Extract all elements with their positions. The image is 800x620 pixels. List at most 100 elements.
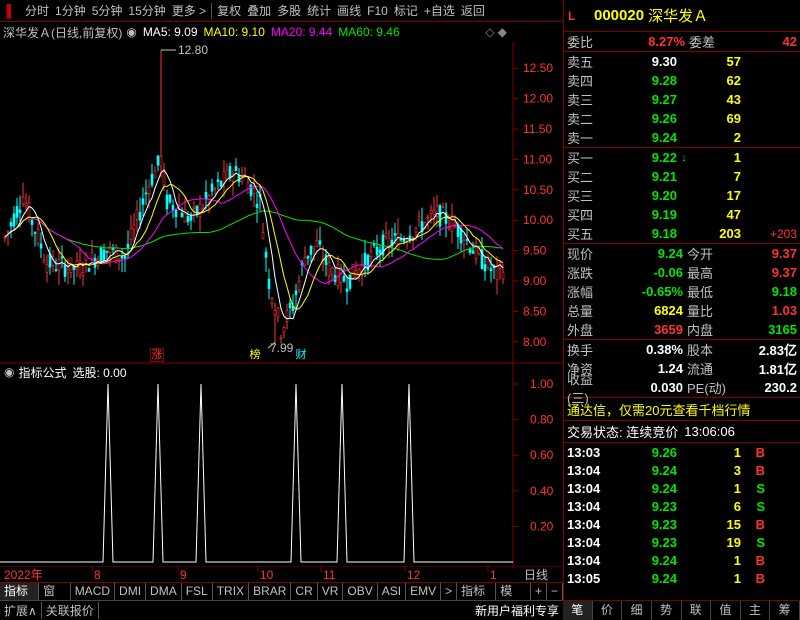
- toolbar-mark[interactable]: 标记: [391, 0, 421, 22]
- stat-label: 外盘: [567, 323, 594, 338]
- new-user-promo[interactable]: 新用户福利专享: [471, 602, 563, 619]
- stat-row: 现价 9.24 今开 9.37: [564, 244, 800, 263]
- candle-body: [432, 210, 436, 215]
- ask-row[interactable]: 卖一 9.24 2: [564, 128, 800, 147]
- toolbar-back[interactable]: 返回: [458, 0, 488, 22]
- ask-row[interactable]: 卖四 9.28 62: [564, 71, 800, 90]
- tab-indicator-b[interactable]: 指标B: [457, 583, 497, 615]
- candle-body: [24, 202, 28, 207]
- bid-row[interactable]: 买一 9.22 ↓ 1: [564, 148, 800, 167]
- candle-body: [387, 237, 391, 247]
- tab-cr[interactable]: CR: [291, 583, 318, 600]
- quote-tab-trend[interactable]: 势: [652, 601, 682, 620]
- quote-tab-value[interactable]: 值: [711, 601, 741, 620]
- tab-window[interactable]: 窗口: [39, 583, 71, 615]
- chart-options-icon[interactable]: ◇ ◆: [485, 25, 513, 39]
- tab-dmi[interactable]: DMI: [115, 583, 147, 600]
- weibi-row: 委比 8.27% 委差 42: [564, 32, 800, 51]
- bid-price: 9.18: [651, 226, 677, 241]
- bid-row[interactable]: 买五 9.18 203 +203: [564, 224, 800, 243]
- stat-value-2: 9.37: [771, 246, 797, 261]
- tick-volume: 3: [733, 462, 741, 478]
- promo-text[interactable]: 通达信，仅需20元查看千档行情: [567, 400, 750, 419]
- tab-dma[interactable]: DMA: [146, 583, 182, 600]
- indicator-title[interactable]: 指标公式: [18, 364, 66, 381]
- flag-rank[interactable]: 榜: [247, 348, 263, 362]
- y-tick-label: 9.50: [523, 244, 547, 258]
- toolbar-15min[interactable]: 15分钟: [125, 0, 168, 22]
- candlestick-chart[interactable]: 12.50 12.00 11.50 11.00 10.50 10.00 9.50 9.00 8.…: [0, 42, 563, 362]
- tick-volume: 1: [733, 570, 741, 586]
- toolbar-5min[interactable]: 5分钟: [89, 0, 126, 22]
- tick-side: B: [755, 516, 765, 532]
- candle-body: [174, 209, 178, 217]
- tick-time: 13:05: [567, 570, 601, 586]
- tick-side: S: [756, 480, 765, 496]
- bid-row[interactable]: 买三 9.20 17: [564, 186, 800, 205]
- flag-limit-up[interactable]: 涨: [150, 348, 164, 362]
- ask-row[interactable]: 卖二 9.26 69: [564, 109, 800, 128]
- candle-body: [75, 260, 79, 271]
- tab-asi[interactable]: ASI: [378, 583, 407, 600]
- bid-row[interactable]: 买二 9.21 7: [564, 167, 800, 186]
- quote-tab-chips[interactable]: 筹: [770, 601, 800, 620]
- tab-obv[interactable]: OBV: [343, 583, 378, 600]
- tick-volume: 1: [733, 480, 741, 496]
- related-quote-button[interactable]: 关联报价: [42, 602, 99, 619]
- tab-trix[interactable]: TRIX: [213, 583, 250, 600]
- quote-tab-trades[interactable]: 笔: [563, 601, 593, 620]
- toolbar-adjust[interactable]: 复权: [214, 0, 244, 22]
- tab-more[interactable]: >: [441, 583, 458, 600]
- expand-button[interactable]: 扩展∧: [0, 602, 42, 619]
- toolbar-intraday[interactable]: 分时: [22, 0, 52, 22]
- stat-label-2: 内盘: [687, 323, 714, 338]
- promo-row[interactable]: 通达信，仅需20元查看千档行情: [564, 398, 800, 420]
- toolbar-multi[interactable]: 多股: [274, 0, 304, 22]
- period-label[interactable]: 日线: [524, 568, 548, 582]
- tab-brar[interactable]: BRAR: [249, 583, 292, 600]
- collapse-icon[interactable]: ◉: [126, 25, 136, 39]
- tab-fsl[interactable]: FSL: [182, 583, 213, 600]
- flag-finance[interactable]: 财: [294, 348, 308, 362]
- candle-body: [483, 264, 487, 272]
- stat-label: 涨幅: [567, 285, 594, 300]
- candle-body: [399, 238, 403, 241]
- candle-body: [186, 216, 190, 223]
- quote-tab-price[interactable]: 价: [593, 601, 623, 620]
- bid-row[interactable]: 买四 9.19 47: [564, 205, 800, 224]
- tab-template[interactable]: 模 板: [496, 583, 531, 615]
- candle-body: [135, 209, 139, 220]
- toolbar-f10[interactable]: F10: [364, 0, 391, 22]
- tab-vr[interactable]: VR: [318, 583, 344, 600]
- toolbar-overlay[interactable]: 叠加: [244, 0, 274, 22]
- indicator-collapse-icon[interactable]: ◉: [0, 365, 14, 379]
- tab-indicator-a[interactable]: 指标A: [0, 583, 40, 615]
- ind-tick-label: 0.60: [530, 448, 554, 462]
- tab-remove[interactable]: −: [547, 583, 563, 600]
- stat-label: 涨跌: [567, 266, 594, 281]
- candle-body: [189, 214, 193, 221]
- toolbar-stats[interactable]: 统计: [304, 0, 334, 22]
- stat-label-2: 今开: [687, 247, 714, 262]
- tab-add[interactable]: +: [531, 583, 547, 600]
- ask-row[interactable]: 卖五 9.30 57: [564, 52, 800, 71]
- quote-tab-main[interactable]: 主: [741, 601, 771, 620]
- ind-tick-label: 1.00: [530, 377, 554, 391]
- candle-body: [252, 188, 256, 195]
- ask-volume: 43: [726, 92, 741, 107]
- indicator-chart[interactable]: 1.00 0.80 0.60 0.40 0.20: [0, 362, 563, 568]
- toolbar-more[interactable]: 更多 >: [169, 0, 209, 22]
- toolbar-draw[interactable]: 画线: [334, 0, 364, 22]
- quote-tab-detail[interactable]: 细: [622, 601, 652, 620]
- ask-row[interactable]: 卖三 9.27 43: [564, 90, 800, 109]
- app-menu-icon[interactable]: ▌: [0, 0, 22, 22]
- candle-body: [81, 272, 85, 276]
- candle-body: [273, 310, 277, 316]
- toolbar-add-watch[interactable]: +自选: [421, 0, 458, 22]
- quote-tab-related[interactable]: 联: [682, 601, 712, 620]
- toolbar-1min[interactable]: 1分钟: [52, 0, 89, 22]
- candle-body: [18, 209, 22, 213]
- candle-body: [132, 224, 136, 230]
- tab-emv[interactable]: EMV: [406, 583, 442, 600]
- tab-macd[interactable]: MACD: [71, 583, 116, 600]
